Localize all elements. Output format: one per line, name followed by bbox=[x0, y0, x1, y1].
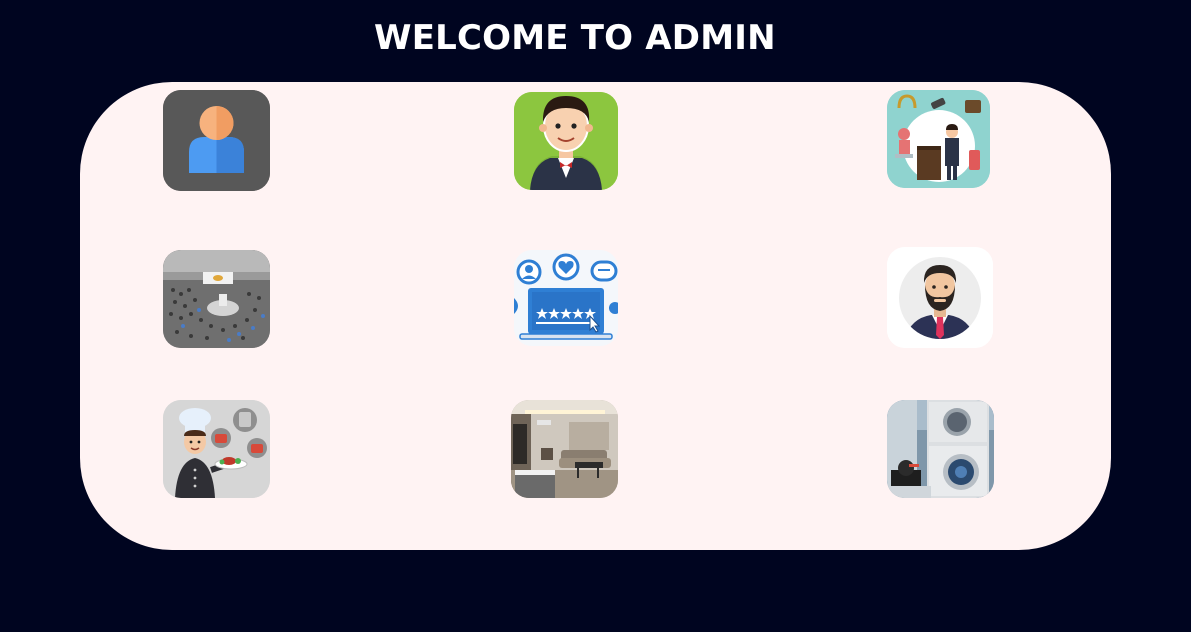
manager-tile[interactable] bbox=[887, 247, 993, 348]
staff-tile[interactable] bbox=[514, 92, 618, 190]
events-tile[interactable] bbox=[163, 250, 270, 348]
conference-hall-icon bbox=[163, 250, 270, 348]
user-icon bbox=[163, 90, 270, 191]
bearded-man-avatar-icon bbox=[887, 247, 993, 348]
users-tile[interactable] bbox=[163, 90, 270, 191]
reception-tile[interactable] bbox=[887, 90, 990, 188]
chef-icon bbox=[163, 400, 270, 498]
rating-laptop-icon bbox=[514, 250, 618, 346]
reviews-tile[interactable] bbox=[514, 250, 618, 346]
hotel-room-icon bbox=[511, 400, 618, 498]
menu-panel bbox=[80, 82, 1111, 550]
washing-machine-icon bbox=[887, 400, 994, 498]
restaurant-tile[interactable] bbox=[163, 400, 270, 498]
rooms-tile[interactable] bbox=[511, 400, 618, 498]
admin-dashboard: WELCOME TO ADMIN bbox=[0, 0, 1191, 632]
page-title: WELCOME TO ADMIN bbox=[374, 18, 776, 58]
laundry-tile[interactable] bbox=[887, 400, 994, 498]
waiter-icon bbox=[514, 92, 618, 190]
receptionist-icon bbox=[887, 90, 990, 188]
